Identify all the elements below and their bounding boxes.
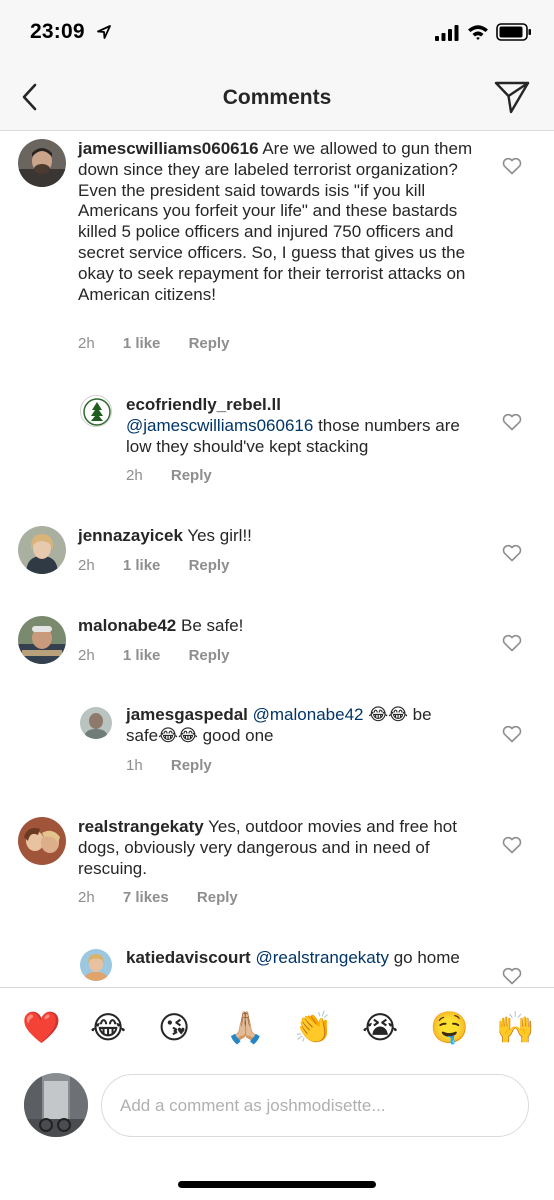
comment-time: 2h: [78, 335, 95, 352]
comment-text: katiedaviscourt @realstrangekaty go home: [126, 948, 476, 969]
comment-item: realstrangekaty Yes, outdoor movies and …: [0, 811, 554, 921]
emoji-clapping-hands[interactable]: 👏: [294, 1010, 333, 1046]
avatar[interactable]: [18, 616, 66, 664]
comment-time: 2h: [78, 647, 95, 664]
comment-body: Yes girl!!: [187, 526, 252, 545]
comment-time: 2h: [78, 889, 95, 906]
comment-username[interactable]: jennazayicek: [78, 526, 183, 545]
reply-button[interactable]: Reply: [171, 467, 212, 484]
comment-body: Are we allowed to gun them down since th…: [78, 139, 473, 304]
emoji-drooling-face[interactable]: 🤤: [430, 1010, 469, 1046]
battery-icon: [496, 23, 531, 41]
wifi-icon: [468, 25, 488, 40]
emoji-loudly-crying[interactable]: 😭: [362, 1010, 398, 1046]
comment-body: 😂😂 be: [368, 705, 432, 724]
comment-likes[interactable]: 7 likes: [123, 889, 169, 906]
reply-comment-item: katiedaviscourt @realstrangekaty go home: [0, 943, 554, 987]
reply-button[interactable]: Reply: [197, 889, 238, 906]
emoji-laughing-tears[interactable]: 😂: [90, 1010, 126, 1046]
comment-meta: 2h 1 like Reply: [78, 647, 253, 664]
comment-username[interactable]: realstrangekaty: [78, 817, 204, 836]
like-heart-icon[interactable]: [502, 967, 522, 985]
comment-meta: 2h 7 likes Reply: [78, 889, 262, 906]
avatar[interactable]: [18, 526, 66, 574]
comment-text: realstrangekaty Yes, outdoor movies and …: [78, 817, 478, 879]
reply-button[interactable]: Reply: [189, 557, 230, 574]
like-heart-icon[interactable]: [502, 544, 522, 562]
reply-button[interactable]: Reply: [189, 647, 230, 664]
emoji-folded-hands[interactable]: 🙏🏼: [226, 1010, 265, 1046]
comment-username[interactable]: malonabe42: [78, 616, 176, 635]
comment-likes[interactable]: 1 like: [123, 557, 161, 574]
avatar[interactable]: [80, 395, 112, 427]
comment-text: jamesgaspedal @malonabe42 😂😂 be safe😂😂 g…: [126, 705, 476, 747]
emoji-face-blowing-kiss[interactable]: 😘: [158, 1010, 190, 1046]
emoji-raising-hands[interactable]: 🙌: [496, 1010, 535, 1046]
comment-item: jamescwilliams060616 Are we allowed to g…: [0, 131, 554, 371]
avatar[interactable]: [18, 139, 66, 187]
reply-comment-item: jamesgaspedal @malonabe42 😂😂 be safe😂😂 g…: [0, 701, 554, 783]
comments-list[interactable]: jamescwilliams060616 Are we allowed to g…: [0, 131, 554, 987]
like-heart-icon[interactable]: [502, 413, 522, 431]
comment-username[interactable]: ecofriendly_rebel.ll: [126, 395, 281, 414]
emoji-quick-bar: ❤️ 😂 😘 🙏🏼 👏 😭 🤤 🙌: [0, 987, 554, 1067]
comment-username[interactable]: jamescwilliams060616: [78, 139, 259, 158]
comment-item: malonabe42 Be safe! 2h 1 like Reply: [0, 610, 554, 680]
comment-text: ecofriendly_rebel.ll @jamescwilliams0606…: [126, 395, 476, 457]
comment-likes[interactable]: 1 like: [123, 335, 161, 352]
comment-likes[interactable]: 1 like: [123, 647, 161, 664]
comment-username[interactable]: jamesgaspedal: [126, 705, 248, 724]
status-bar: 23:09: [0, 0, 554, 68]
comment-text: malonabe42 Be safe!: [78, 616, 478, 637]
comment-time: 1h: [126, 757, 143, 774]
comment-body: go home: [393, 948, 460, 967]
comment-body: Be safe!: [181, 616, 244, 635]
status-time: 23:09: [30, 20, 85, 43]
home-indicator: [178, 1181, 376, 1188]
page-title: Comments: [222, 86, 332, 109]
nav-bar: Comments: [0, 68, 554, 131]
like-heart-icon[interactable]: [502, 634, 522, 652]
emoji-heart[interactable]: ❤️: [22, 1010, 61, 1046]
location-arrow-icon: [97, 25, 111, 39]
comment-item: jennazayicek Yes girl!! 2h 1 like Reply: [0, 520, 554, 590]
current-user-avatar: [24, 1073, 88, 1137]
like-heart-icon[interactable]: [502, 725, 522, 743]
mention-link[interactable]: @malonabe42: [253, 705, 364, 724]
comment-body: safe😂😂 good one: [126, 725, 274, 745]
cellular-signal-icon: [435, 25, 459, 41]
comment-text: jamescwilliams060616 Are we allowed to g…: [78, 139, 478, 305]
comment-text: jennazayicek Yes girl!!: [78, 526, 478, 547]
avatar[interactable]: [80, 949, 112, 981]
comment-meta: 2h 1 like Reply: [78, 335, 253, 352]
comment-time: 2h: [78, 557, 95, 574]
avatar[interactable]: [80, 707, 112, 739]
reply-button[interactable]: Reply: [171, 757, 212, 774]
reply-button[interactable]: Reply: [189, 335, 230, 352]
comment-input[interactable]: [101, 1074, 529, 1137]
comment-meta: 1h Reply: [126, 757, 236, 774]
like-heart-icon[interactable]: [502, 836, 522, 854]
comment-composer: [0, 1067, 554, 1200]
comment-meta: 2h Reply: [126, 467, 236, 484]
like-heart-icon[interactable]: [502, 157, 522, 175]
comment-meta: 2h 1 like Reply: [78, 557, 253, 574]
comment-time: 2h: [126, 467, 143, 484]
mention-link[interactable]: @jamescwilliams060616: [126, 416, 313, 435]
direct-send-icon[interactable]: [494, 80, 530, 114]
mention-link[interactable]: @realstrangekaty: [255, 948, 389, 967]
avatar[interactable]: [18, 817, 66, 865]
reply-comment-item: ecofriendly_rebel.ll @jamescwilliams0606…: [0, 389, 554, 499]
comment-username[interactable]: katiedaviscourt: [126, 948, 251, 967]
